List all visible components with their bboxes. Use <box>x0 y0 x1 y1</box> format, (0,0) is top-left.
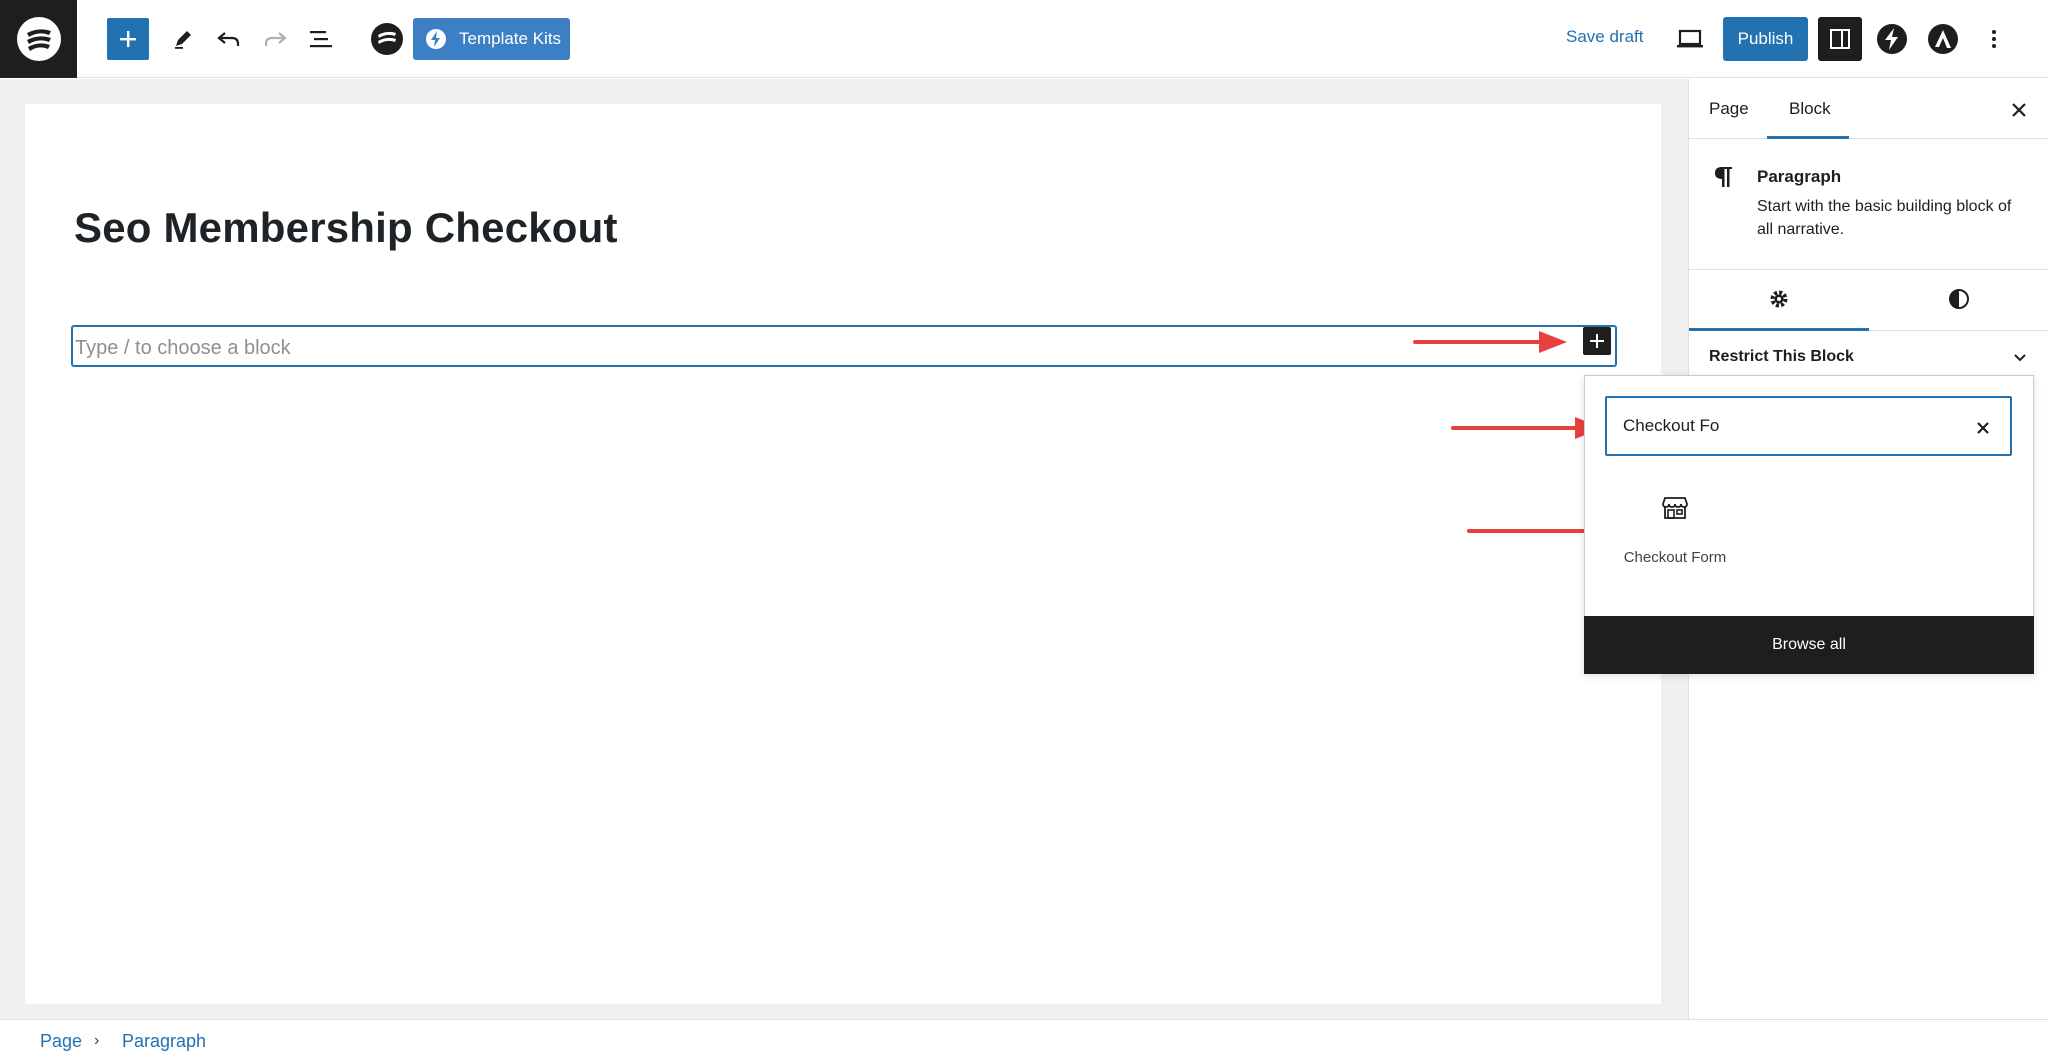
template-kits-label: Template Kits <box>459 29 562 48</box>
contrast-icon <box>1949 289 1969 309</box>
lightning-circle-icon <box>1877 24 1907 54</box>
undo-button[interactable] <box>208 17 250 61</box>
block-inserter-button[interactable] <box>1583 327 1611 355</box>
laptop-icon <box>1677 29 1703 48</box>
block-search-box[interactable] <box>1605 396 2012 456</box>
chevron-down-icon <box>2014 354 2026 362</box>
block-result-item[interactable]: Checkout Form <box>1615 494 1735 574</box>
site-logo-icon <box>16 17 61 61</box>
document-overview-button[interactable] <box>300 17 342 61</box>
close-icon <box>1977 422 1989 434</box>
redo-button[interactable] <box>254 17 296 61</box>
redo-icon <box>264 32 287 46</box>
block-editor: Template Kits Save draft Publish Seo Mem… <box>0 0 2048 1062</box>
block-search-input[interactable] <box>1623 414 1943 438</box>
settings-toggle-button[interactable] <box>1818 17 1862 61</box>
block-card: Paragraph Start with the basic building … <box>1689 140 2048 270</box>
tab-settings[interactable] <box>1767 287 1791 316</box>
tab-page[interactable]: Page <box>1709 99 1749 119</box>
post-title[interactable]: Seo Membership Checkout <box>74 204 618 252</box>
quick-inserter-popover: Checkout Form Browse all <box>1584 375 2034 674</box>
preview-button[interactable] <box>1668 17 1712 61</box>
breadcrumb-separator-icon: › <box>94 1032 100 1049</box>
block-breadcrumb: Page › Paragraph <box>0 1019 2048 1062</box>
clear-search-button[interactable] <box>1971 416 1995 440</box>
more-vertical-icon <box>1992 30 1996 48</box>
editor-toolbar: Template Kits Save draft Publish <box>0 0 2048 78</box>
undo-icon <box>217 32 240 46</box>
paragraph-icon <box>1713 164 1735 195</box>
paragraph-block[interactable]: Type / to choose a block <box>71 325 1617 367</box>
publish-button[interactable]: Publish <box>1723 17 1808 61</box>
plus-icon <box>1590 334 1604 348</box>
block-placeholder: Type / to choose a block <box>75 337 291 359</box>
tab-block[interactable]: Block <box>1789 99 1831 119</box>
options-menu-button[interactable] <box>1974 17 2014 61</box>
site-logo-button[interactable] <box>0 0 77 78</box>
block-card-description: Start with the basic building block of a… <box>1757 198 2012 238</box>
tools-edit-button[interactable] <box>162 17 204 61</box>
editor-canvas-area: Seo Membership Checkout Type / to choose… <box>0 79 1688 1019</box>
breadcrumb-item-page[interactable]: Page <box>40 1031 82 1052</box>
store-icon <box>1661 494 1689 527</box>
gear-icon <box>1770 290 1788 308</box>
tab-styles[interactable] <box>1947 287 1971 316</box>
sidebar-icon <box>1830 29 1850 49</box>
active-tab-indicator <box>1767 136 1849 139</box>
stackable-button[interactable] <box>365 17 409 61</box>
restrict-block-label: Restrict This Block <box>1709 348 1854 365</box>
browse-all-button[interactable]: Browse all <box>1584 616 2034 674</box>
close-icon <box>2012 103 2026 117</box>
annotation-arrow <box>1413 331 1567 353</box>
sidebar-tabs: Page Block <box>1689 79 2048 139</box>
lightning-circle-icon <box>426 29 446 49</box>
active-subtab-indicator <box>1689 328 1869 331</box>
block-inserter-toggle[interactable] <box>107 18 149 60</box>
astra-logo-icon <box>1928 24 1958 54</box>
stackable-logo-icon <box>371 23 403 55</box>
annotation-arrow <box>1451 417 1603 439</box>
block-result-label: Checkout Form <box>1623 549 1727 566</box>
plus-icon <box>120 31 136 47</box>
stackable-settings-button[interactable] <box>1870 17 1914 61</box>
editor-canvas: Seo Membership Checkout Type / to choose… <box>25 104 1661 1004</box>
save-draft-button[interactable]: Save draft <box>1566 27 1644 47</box>
astra-settings-button[interactable] <box>1921 17 1965 61</box>
block-card-title: Paragraph <box>1757 167 1842 186</box>
close-sidebar-button[interactable] <box>2007 98 2031 122</box>
block-settings-tabs <box>1689 269 2048 331</box>
list-view-icon <box>310 31 332 48</box>
breadcrumb-item-paragraph[interactable]: Paragraph <box>122 1031 206 1052</box>
template-kits-button[interactable]: Template Kits <box>413 18 570 60</box>
pencil-icon <box>175 31 191 49</box>
